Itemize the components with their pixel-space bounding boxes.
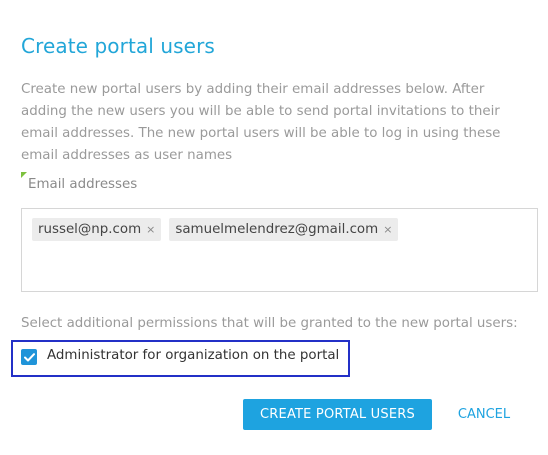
required-marker-icon (21, 172, 27, 178)
permissions-note: Select additional permissions that will … (21, 316, 518, 331)
email-tag-text: russel@np.com (38, 222, 142, 237)
email-tag-text: samuelmelendrez@gmail.com (175, 222, 379, 237)
email-tag: samuelmelendrez@gmail.com × (169, 218, 399, 241)
create-portal-users-button[interactable]: CREATE PORTAL USERS (243, 399, 432, 430)
email-tag: russel@np.com × (32, 218, 162, 241)
checkmark-icon (23, 352, 35, 361)
dialog-description: Create new portal users by adding their … (21, 82, 501, 163)
close-icon[interactable]: × (383, 224, 392, 235)
dialog-title: Create portal users (21, 34, 215, 58)
email-addresses-input[interactable]: russel@np.com × samuelmelendrez@gmail.co… (21, 208, 538, 292)
email-addresses-label: Email addresses (28, 177, 138, 192)
administrator-checkbox[interactable] (21, 349, 37, 365)
cancel-button[interactable]: CANCEL (445, 399, 523, 430)
administrator-checkbox-label[interactable]: Administrator for organization on the po… (47, 348, 339, 363)
create-portal-users-dialog: Create portal users Create new portal us… (0, 0, 548, 455)
close-icon[interactable]: × (146, 224, 155, 235)
